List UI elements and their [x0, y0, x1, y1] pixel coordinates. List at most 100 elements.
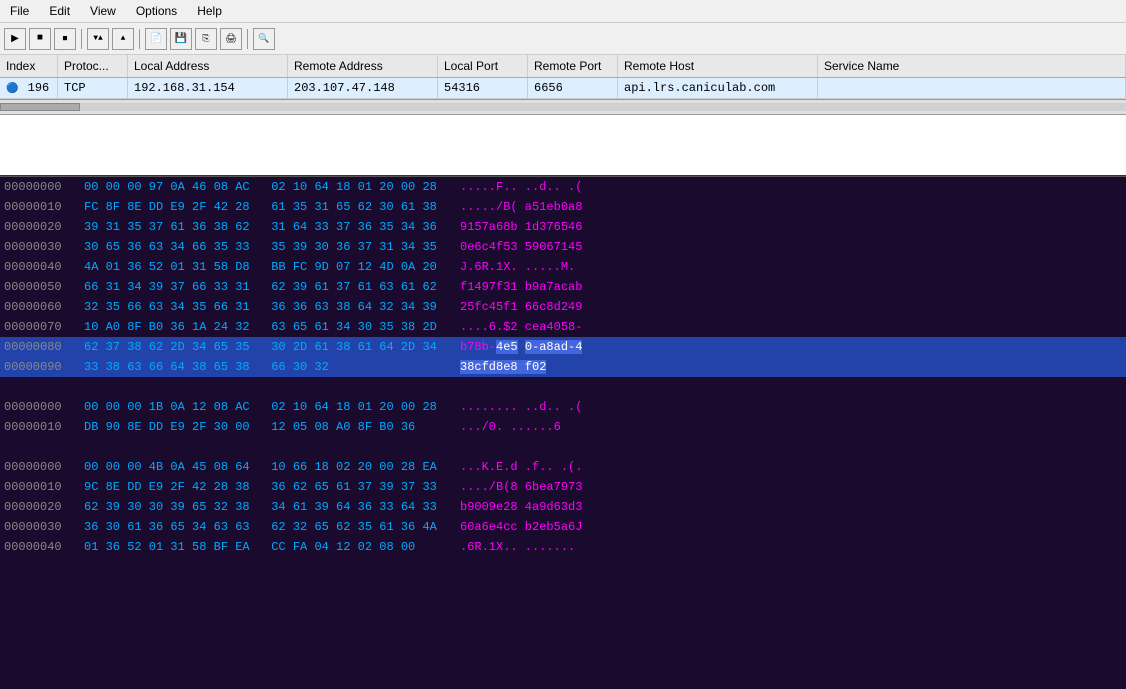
hex-section-2: 00000000 00 00 00 4B 0A 45 08 64 10 66 1… — [0, 457, 1126, 557]
toolbar-sep-2 — [139, 29, 140, 49]
hex-row[interactable]: 00000040 4A 01 36 52 01 31 58 D8 BB FC 9… — [0, 257, 1126, 277]
hex-ascii: ...../B( a51eb0a8 — [460, 198, 582, 216]
table-header: Index Protoc... Local Address Remote Add… — [0, 55, 1126, 78]
hex-row[interactable]: 00000000 00 00 00 4B 0A 45 08 64 10 66 1… — [0, 457, 1126, 477]
hex-row[interactable]: 00000060 32 35 66 63 34 35 66 31 36 36 6… — [0, 297, 1126, 317]
hex-bytes: 00 00 00 1B 0A 12 08 AC 02 10 64 18 01 2… — [84, 398, 444, 416]
hex-ascii: f1497f31 b9a7acab — [460, 278, 582, 296]
col-remote-port: Remote Port — [528, 55, 618, 77]
hex-ascii: 60a6e4cc b2eb5a6J — [460, 518, 582, 536]
col-remote-host: Remote Host — [618, 55, 818, 77]
hex-ascii: 38cfd8e8 f02 — [460, 358, 546, 376]
table-row[interactable]: 🔵 196 TCP 192.168.31.154 203.107.47.148 … — [0, 78, 1126, 99]
toolbar: ▶ ■ ⏹ ▼▲ ▲ 📄 💾 ⎘ 🖨 🔍 — [0, 23, 1126, 55]
hex-section-1: 00000000 00 00 00 1B 0A 12 08 AC 02 10 6… — [0, 397, 1126, 437]
save-button[interactable]: 💾 — [170, 28, 192, 50]
hex-ascii: ........ ..d.. .( — [460, 398, 582, 416]
hex-area[interactable]: 00000000 00 00 00 97 0A 46 08 AC 02 10 6… — [0, 177, 1126, 689]
hex-ascii: ..../B(8 6bea7973 — [460, 478, 582, 496]
hex-offset: 00000020 — [4, 498, 84, 516]
hex-row[interactable]: 00000010 FC 8F 8E DD E9 2F 42 28 61 35 3… — [0, 197, 1126, 217]
menu-edit[interactable]: Edit — [43, 2, 76, 20]
menu-help[interactable]: Help — [191, 2, 228, 20]
cell-remote-port: 6656 — [528, 78, 618, 98]
hex-row[interactable]: 00000040 01 36 52 01 31 58 BF EA CC FA 0… — [0, 537, 1126, 557]
hex-offset: 00000020 — [4, 218, 84, 236]
hex-bytes: 66 31 34 39 37 66 33 31 62 39 61 37 61 6… — [84, 278, 444, 296]
hex-bytes: 9C 8E DD E9 2F 42 28 38 36 62 65 61 37 3… — [84, 478, 444, 496]
section-gap — [0, 385, 1126, 397]
menu-options[interactable]: Options — [130, 2, 183, 20]
autoscroll-button[interactable]: ▼▲ — [87, 28, 109, 50]
hex-offset: 00000040 — [4, 538, 84, 556]
hex-ascii: 9157a68b 1d376546 — [460, 218, 582, 236]
menu-view[interactable]: View — [84, 2, 122, 20]
hex-offset: 00000000 — [4, 178, 84, 196]
hex-offset: 00000060 — [4, 298, 84, 316]
hex-offset: 00000010 — [4, 198, 84, 216]
cell-index: 🔵 196 — [0, 78, 58, 98]
hex-offset: 00000050 — [4, 278, 84, 296]
hex-offset: 00000000 — [4, 458, 84, 476]
hex-section-0: 00000000 00 00 00 97 0A 46 08 AC 02 10 6… — [0, 177, 1126, 377]
hex-bytes: 30 65 36 63 34 66 35 33 35 39 30 36 37 3… — [84, 238, 444, 256]
hex-row[interactable]: 00000010 9C 8E DD E9 2F 42 28 38 36 62 6… — [0, 477, 1126, 497]
scroll-thumb[interactable] — [0, 103, 80, 111]
hex-bytes: DB 90 8E DD E9 2F 30 00 12 05 08 A0 8F B… — [84, 418, 444, 436]
hex-ascii: b78b-4e5 0-a8ad-4 — [460, 338, 582, 356]
scroll-top-button[interactable]: ▲ — [112, 28, 134, 50]
hex-row[interactable]: 00000030 30 65 36 63 34 66 35 33 35 39 3… — [0, 237, 1126, 257]
hex-offset: 00000080 — [4, 338, 84, 356]
print-button[interactable]: 🖨 — [220, 28, 242, 50]
hex-ascii: J.6R.1X. .....M. — [460, 258, 575, 276]
menu-file[interactable]: File — [4, 2, 35, 20]
cell-remote-address: 203.107.47.148 — [288, 78, 438, 98]
hex-row[interactable]: 00000080 62 37 38 62 2D 34 65 35 30 2D 6… — [0, 337, 1126, 357]
hex-ascii: 25fc45f1 66c8d249 — [460, 298, 582, 316]
open-button[interactable]: 📄 — [145, 28, 167, 50]
hex-ascii: .../0. ......6 — [460, 418, 561, 436]
main-content: Index Protoc... Local Address Remote Add… — [0, 55, 1126, 689]
hex-row[interactable]: 00000000 00 00 00 1B 0A 12 08 AC 02 10 6… — [0, 397, 1126, 417]
hex-row[interactable]: 00000030 36 30 61 36 65 34 63 63 62 32 6… — [0, 517, 1126, 537]
col-local-port: Local Port — [438, 55, 528, 77]
scroll-track — [0, 103, 1126, 111]
hex-bytes: 32 35 66 63 34 35 66 31 36 36 63 38 64 3… — [84, 298, 444, 316]
filter-button[interactable]: 🔍 — [253, 28, 275, 50]
hex-offset: 00000010 — [4, 418, 84, 436]
hex-row[interactable]: 00000000 00 00 00 97 0A 46 08 AC 02 10 6… — [0, 177, 1126, 197]
hex-ascii: ....6.$2 cea4058- — [460, 318, 582, 336]
hex-bytes: 10 A0 8F B0 36 1A 24 32 63 65 61 34 30 3… — [84, 318, 444, 336]
saveas-button[interactable]: ⎘ — [195, 28, 217, 50]
cell-protocol: TCP — [58, 78, 128, 98]
hex-offset: 00000070 — [4, 318, 84, 336]
hex-offset: 00000030 — [4, 238, 84, 256]
play-button[interactable]: ▶ — [4, 28, 26, 50]
hex-row[interactable]: 00000020 62 39 30 30 39 65 32 38 34 61 3… — [0, 497, 1126, 517]
hex-row[interactable]: 00000090 33 38 63 66 64 38 65 38 66 30 3… — [0, 357, 1126, 377]
hex-row[interactable]: 00000020 39 31 35 37 61 36 38 62 31 64 3… — [0, 217, 1126, 237]
col-index: Index — [0, 55, 58, 77]
toolbar-sep-3 — [247, 29, 248, 49]
col-service-name: Service Name — [818, 55, 1126, 77]
hex-row[interactable]: 00000070 10 A0 8F B0 36 1A 24 32 63 65 6… — [0, 317, 1126, 337]
hex-row[interactable]: 00000010 DB 90 8E DD E9 2F 30 00 12 05 0… — [0, 417, 1126, 437]
restart-button[interactable]: ⏹ — [54, 28, 76, 50]
packet-list-area: Index Protoc... Local Address Remote Add… — [0, 55, 1126, 175]
col-remote-address: Remote Address — [288, 55, 438, 77]
hex-bytes: 00 00 00 4B 0A 45 08 64 10 66 18 02 20 0… — [84, 458, 444, 476]
hex-bytes: 01 36 52 01 31 58 BF EA CC FA 04 12 02 0… — [84, 538, 444, 556]
cell-service-name — [818, 78, 1126, 98]
hex-bytes: 4A 01 36 52 01 31 58 D8 BB FC 9D 07 12 4… — [84, 258, 444, 276]
hex-bytes: 33 38 63 66 64 38 65 38 66 30 32 — [84, 358, 444, 376]
hex-ascii: ...K.E.d .f.. .(. — [460, 458, 582, 476]
menubar: File Edit View Options Help — [0, 0, 1126, 23]
cell-local-port: 54316 — [438, 78, 528, 98]
cell-local-address: 192.168.31.154 — [128, 78, 288, 98]
col-protocol: Protoc... — [58, 55, 128, 77]
horizontal-scrollbar[interactable] — [0, 99, 1126, 115]
stop-button[interactable]: ■ — [29, 28, 51, 50]
hex-ascii: .....F.. ..d.. .( — [460, 178, 582, 196]
hex-row[interactable]: 00000050 66 31 34 39 37 66 33 31 62 39 6… — [0, 277, 1126, 297]
hex-offset: 00000090 — [4, 358, 84, 376]
